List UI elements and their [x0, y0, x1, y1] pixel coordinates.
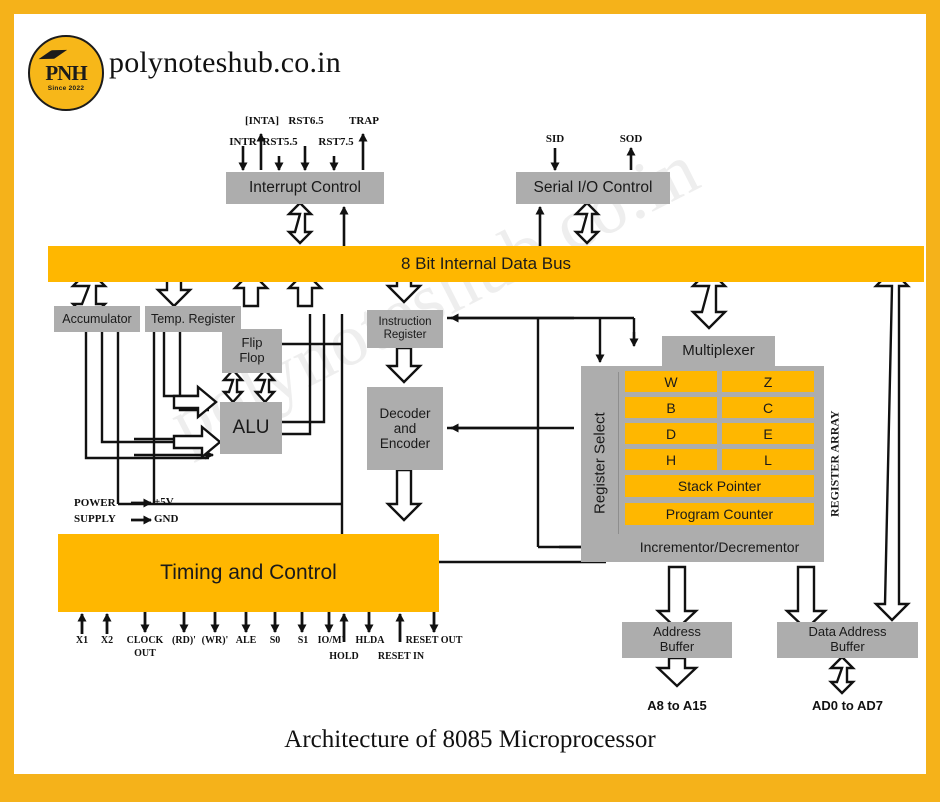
- pin-label-hlda: HLDA: [355, 635, 385, 646]
- figure-caption: Architecture of 8085 Microprocessor: [284, 726, 656, 753]
- power-rail-label-5v: +5V: [154, 496, 174, 508]
- block-register-select-label: Register Select: [591, 412, 609, 514]
- signal-label-rst65: RST6.5: [288, 115, 324, 127]
- block-accumulator-label: Accumulator: [62, 312, 132, 326]
- block-timing-and-control[interactable]: Timing and Control: [58, 534, 439, 612]
- block-decoder-label-line3: Encoder: [379, 436, 431, 452]
- block-incrementor-decrementor[interactable]: Incrementor/Decrementor: [615, 534, 824, 562]
- block-decoder-label-line1: Decoder: [379, 405, 431, 421]
- block-temp-register-label: Temp. Register: [150, 312, 236, 326]
- register-cell-c[interactable]: C: [722, 397, 814, 418]
- signal-label-rst75: RST7.5: [318, 136, 354, 148]
- block-address-buffer-label-line2: Buffer: [659, 639, 695, 654]
- register-cell-e[interactable]: E: [722, 423, 814, 444]
- register-select-divider: [618, 372, 619, 554]
- block-flip-flop[interactable]: Flip Flop: [222, 329, 282, 373]
- power-supply-label-line2: SUPPLY: [74, 513, 116, 525]
- pin-label-s0: S0: [269, 635, 281, 646]
- block-data-address-buffer-label-line2: Buffer: [830, 639, 865, 654]
- block-instruction-register[interactable]: Instruction Register: [367, 310, 443, 348]
- register-cell-stack-pointer[interactable]: Stack Pointer: [625, 475, 814, 497]
- bus-output-label-data-address: AD0 to AD7: [811, 698, 884, 713]
- block-multiplexer-label: Multiplexer: [682, 341, 755, 359]
- register-cell-h[interactable]: H: [625, 449, 717, 470]
- block-alu[interactable]: ALU: [220, 402, 282, 454]
- block-timing-and-control-label: Timing and Control: [160, 561, 337, 585]
- logo-since-text: Since 2022: [47, 85, 85, 92]
- site-logo: PNH Since 2022: [28, 35, 104, 111]
- pin-label-io-m: IO/M': [317, 635, 345, 646]
- register-cell-l[interactable]: L: [722, 449, 814, 470]
- register-cell-w[interactable]: W: [625, 371, 717, 392]
- block-serial-io-control-label: Serial I/O Control: [533, 179, 653, 197]
- signal-label-trap: TRAP: [349, 115, 379, 127]
- register-cell-z[interactable]: Z: [722, 371, 814, 392]
- block-address-buffer[interactable]: Address Buffer: [622, 622, 732, 658]
- block-multiplexer[interactable]: Multiplexer: [662, 336, 775, 366]
- pin-label-reset-out: RESET OUT: [405, 635, 463, 646]
- signal-label-rst55: RST5.5: [262, 136, 298, 148]
- block-register-select[interactable]: Register Select: [585, 372, 615, 554]
- power-supply-label-line1: POWER: [74, 497, 116, 509]
- signal-label-sid: SID: [545, 133, 565, 145]
- block-flip-flop-label-line2: Flop: [239, 350, 265, 365]
- logo-initials: PNH: [45, 61, 87, 85]
- register-cell-d[interactable]: D: [625, 423, 717, 444]
- page-background: polynoteshub.co.in PNH Since 2022 polyno…: [0, 0, 940, 788]
- block-interrupt-control[interactable]: Interrupt Control: [226, 172, 384, 204]
- block-instruction-register-label-line2: Register: [383, 329, 427, 341]
- power-rail-label-gnd: GND: [154, 513, 179, 525]
- pin-label-x2: X2: [100, 635, 114, 646]
- block-incrementor-decrementor-label: Incrementor/Decrementor: [639, 539, 800, 556]
- register-cell-b[interactable]: B: [625, 397, 717, 418]
- pin-label-reset-in: RESET IN: [377, 651, 425, 662]
- pin-label-clock-out2: OUT: [134, 648, 156, 659]
- block-data-address-buffer[interactable]: Data Address Buffer: [777, 622, 918, 658]
- block-serial-io-control[interactable]: Serial I/O Control: [516, 172, 670, 204]
- site-name: polynoteshub.co.in: [109, 46, 341, 79]
- block-data-address-buffer-label-line1: Data Address: [808, 624, 887, 640]
- signal-label-sod: SOD: [619, 133, 643, 145]
- block-decoder-and-encoder[interactable]: Decoder and Encoder: [367, 387, 443, 470]
- block-internal-data-bus-label: 8 Bit Internal Data Bus: [400, 253, 572, 273]
- bus-output-label-address: A8 to A15: [647, 698, 707, 713]
- register-array-label: REGISTER ARRAY: [826, 384, 844, 544]
- block-interrupt-control-label: Interrupt Control: [249, 179, 361, 197]
- block-instruction-register-label-line1: Instruction: [378, 316, 432, 329]
- register-cell-program-counter[interactable]: Program Counter: [625, 503, 814, 525]
- block-address-buffer-label-line1: Address: [653, 624, 701, 640]
- block-internal-data-bus[interactable]: 8 Bit Internal Data Bus: [48, 246, 924, 282]
- pin-label-hold: HOLD: [329, 651, 359, 662]
- block-alu-label: ALU: [232, 417, 270, 439]
- pin-label-x1: X1: [75, 635, 89, 646]
- block-flip-flop-label-line1: Flip: [241, 335, 263, 351]
- register-array-label-text: REGISTER ARRAY: [827, 410, 842, 518]
- block-decoder-label-line2: and: [393, 420, 417, 436]
- block-accumulator[interactable]: Accumulator: [54, 306, 140, 332]
- diagram-canvas: polynoteshub.co.in PNH Since 2022 polyno…: [14, 14, 926, 774]
